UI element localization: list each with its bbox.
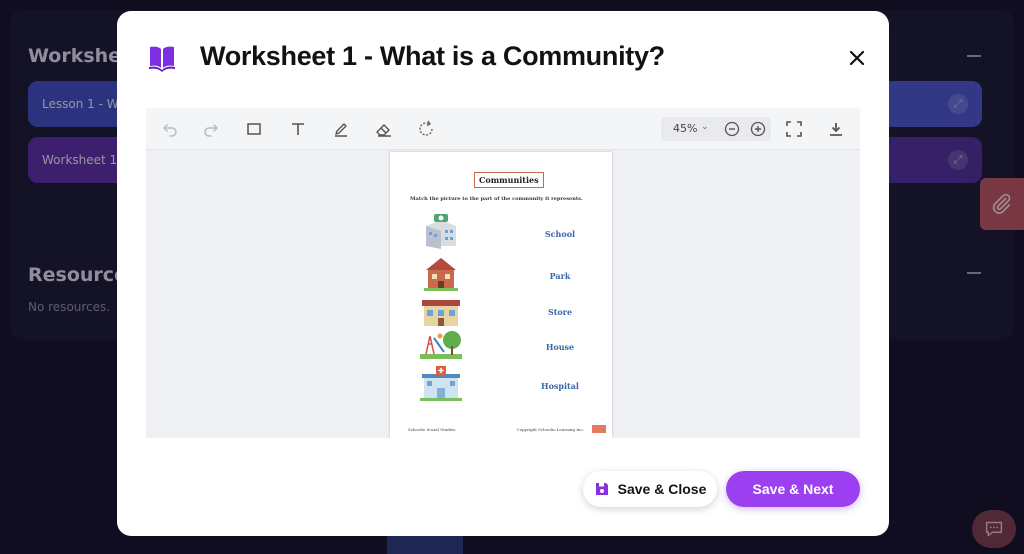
zoom-out-button[interactable] [721, 118, 743, 140]
fullscreen-button[interactable] [783, 118, 805, 140]
worksheet-modal: Worksheet 1 - What is a Community? 45% ⌄… [117, 11, 889, 536]
pdf-editor: 45% ⌄ Communities Match the picture to t… [146, 108, 860, 438]
fullscreen-icon [786, 121, 802, 137]
school-picture [426, 214, 456, 249]
pen-icon [335, 123, 347, 137]
save-icon [595, 483, 608, 495]
doc-label: House [545, 342, 575, 352]
doc-title: Communities [474, 172, 544, 188]
doc-footer-right: Copyright Schoolio Learning Inc. [516, 427, 584, 432]
rectangle-icon [247, 123, 261, 135]
zoom-in-button[interactable] [747, 118, 769, 140]
download-button[interactable] [825, 118, 847, 140]
save-close-label: Save & Close [617, 481, 707, 497]
chevron-down-icon[interactable]: ⌄ [701, 122, 709, 132]
modal-title: Worksheet 1 - What is a Community? [200, 41, 665, 71]
zoom-level[interactable]: 45% [673, 122, 697, 135]
close-icon [849, 50, 865, 66]
doc-footer-logo [592, 425, 606, 433]
rectangle-tool[interactable] [243, 118, 265, 140]
book-icon [149, 46, 175, 72]
text-icon [292, 123, 304, 135]
redo-button[interactable] [200, 118, 222, 140]
text-tool[interactable] [287, 118, 309, 140]
doc-label: Park [549, 271, 571, 281]
doc-label: Hospital [541, 381, 579, 391]
doc-label: School [544, 229, 576, 239]
download-icon [830, 123, 842, 136]
pen-tool[interactable] [330, 118, 352, 140]
worksheet-page[interactable]: Communities Match the picture to the par… [390, 152, 612, 438]
eraser-tool[interactable] [373, 118, 395, 140]
save-close-button[interactable]: Save & Close [583, 471, 717, 507]
doc-label: Store [547, 307, 573, 317]
doc-instructions: Match the picture to the part of the com… [410, 196, 583, 202]
doc-footer-left: Schoolio Social Studies [408, 427, 456, 432]
rotate-tool[interactable] [415, 118, 437, 140]
editor-toolbar: 45% ⌄ [146, 108, 860, 150]
zoom-out-icon [724, 121, 740, 137]
close-button[interactable] [847, 48, 867, 68]
save-next-button[interactable]: Save & Next [726, 471, 860, 507]
undo-icon [162, 124, 177, 137]
hospital-picture [420, 366, 462, 401]
park-picture [424, 258, 458, 291]
zoom-control: 45% ⌄ [661, 117, 771, 141]
eraser-icon [376, 124, 391, 137]
undo-button[interactable] [159, 118, 181, 140]
redo-icon [204, 124, 219, 137]
zoom-in-icon [750, 121, 766, 137]
house-picture [420, 331, 462, 359]
rotate-icon [419, 120, 433, 136]
save-next-label: Save & Next [752, 481, 834, 497]
